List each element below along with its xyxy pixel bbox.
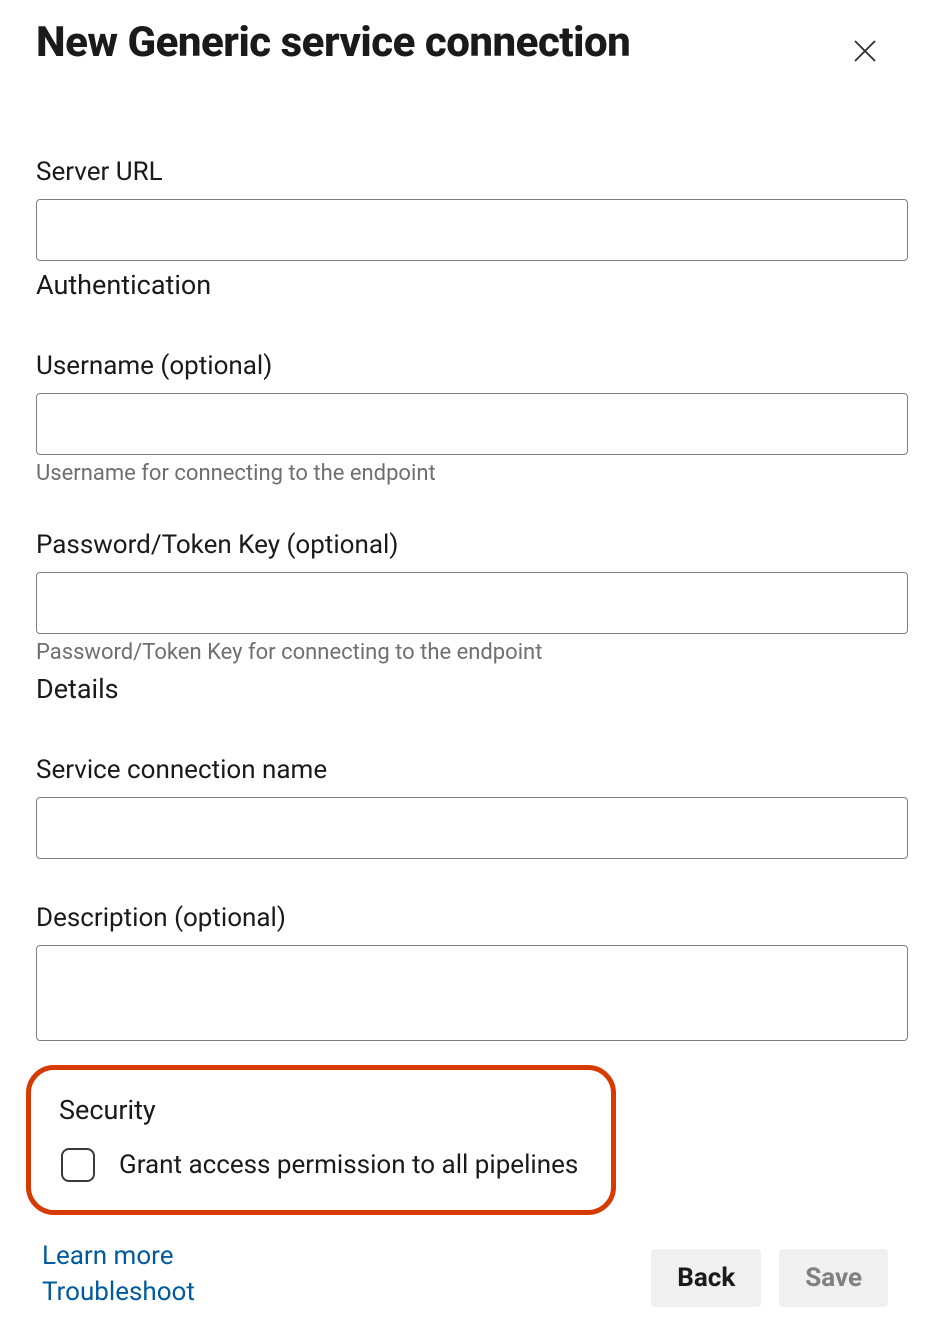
description-input[interactable]	[36, 945, 908, 1041]
grant-access-label: Grant access permission to all pipelines	[119, 1150, 578, 1180]
service-name-input[interactable]	[36, 797, 908, 859]
description-label: Description (optional)	[36, 903, 908, 933]
service-name-label: Service connection name	[36, 755, 908, 785]
footer-links: Learn more Troubleshoot	[42, 1241, 195, 1307]
server-url-label: Server URL	[36, 157, 908, 187]
security-section: Security Grant access permission to all …	[26, 1065, 616, 1215]
server-url-group: Server URL	[36, 157, 908, 261]
description-group: Description (optional)	[36, 903, 908, 1045]
authentication-heading: Authentication	[36, 269, 908, 301]
save-button[interactable]: Save	[779, 1249, 888, 1307]
footer-buttons: Back Save	[651, 1249, 888, 1307]
service-name-group: Service connection name	[36, 755, 908, 859]
username-help: Username for connecting to the endpoint	[36, 461, 908, 486]
grant-access-checkbox[interactable]	[61, 1148, 95, 1182]
username-label: Username (optional)	[36, 351, 908, 381]
password-help: Password/Token Key for connecting to the…	[36, 640, 908, 665]
grant-access-row: Grant access permission to all pipelines	[61, 1148, 583, 1182]
dialog-header: New Generic service connection	[36, 20, 908, 77]
back-button[interactable]: Back	[651, 1249, 761, 1307]
password-input[interactable]	[36, 572, 908, 634]
password-label: Password/Token Key (optional)	[36, 530, 908, 560]
dialog-footer: Learn more Troubleshoot Back Save	[36, 1241, 908, 1307]
security-heading: Security	[59, 1094, 583, 1126]
username-group: Username (optional) Username for connect…	[36, 351, 908, 486]
details-heading: Details	[36, 673, 908, 705]
learn-more-link[interactable]: Learn more	[42, 1241, 195, 1271]
server-url-input[interactable]	[36, 199, 908, 261]
close-button[interactable]	[842, 28, 888, 77]
close-icon	[850, 54, 880, 69]
page-title: New Generic service connection	[36, 20, 630, 66]
troubleshoot-link[interactable]: Troubleshoot	[42, 1277, 195, 1307]
username-input[interactable]	[36, 393, 908, 455]
password-group: Password/Token Key (optional) Password/T…	[36, 530, 908, 665]
